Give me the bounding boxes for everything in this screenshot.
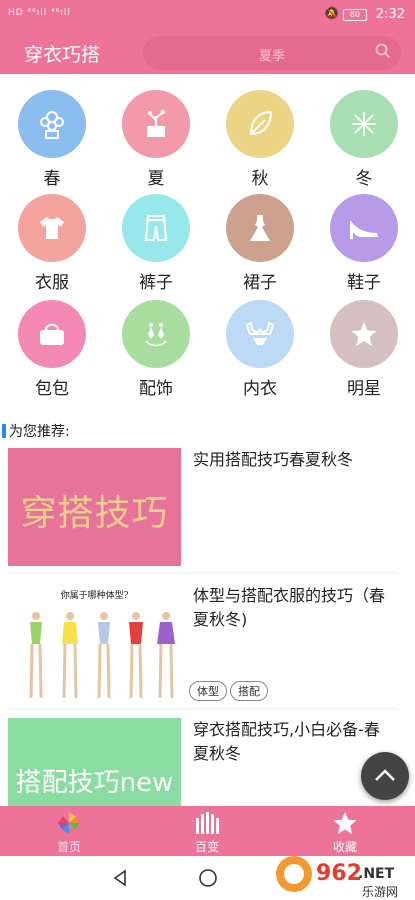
category-underwear[interactable]: 内衣: [208, 300, 312, 399]
shorts-icon: [144, 215, 168, 241]
category-label: 夏: [147, 169, 165, 189]
scroll-to-top-button[interactable]: [361, 752, 409, 800]
signal-indicators: HD ⁴⁶ıll ⁴⁶ıll: [8, 8, 71, 18]
tab-variety[interactable]: 百变: [138, 806, 276, 856]
app-title: 穿衣巧搭: [24, 44, 101, 66]
tshirt-icon: [40, 217, 64, 239]
lingerie-icon: [245, 321, 275, 345]
article-thumbnail: 你属于哪种体型?: [8, 584, 181, 702]
category-shoes[interactable]: 鞋子: [312, 194, 415, 293]
category-circle: [226, 90, 294, 158]
home-icon[interactable]: [198, 868, 218, 888]
thumbnail-text: 你属于哪种体型?: [60, 591, 129, 601]
category-circle: [18, 300, 86, 368]
category-circle: [330, 90, 398, 158]
category-accessories[interactable]: 配饰: [104, 300, 208, 399]
article-thumbnail: 穿搭技巧: [8, 448, 181, 566]
category-autumn[interactable]: 秋: [208, 90, 312, 189]
category-stars[interactable]: 明星: [312, 300, 415, 399]
star-icon: [333, 811, 357, 835]
category-spring[interactable]: 春: [0, 90, 104, 189]
category-clothes[interactable]: 衣服: [0, 194, 104, 293]
article-title: 实用搭配技巧春夏秋冬: [193, 450, 354, 469]
article-title: 体型与搭配衣服的技巧（春夏秋冬): [193, 586, 386, 629]
category-label: 鞋子: [347, 273, 381, 293]
category-summer[interactable]: 夏: [104, 90, 208, 189]
svg-text:乐游网: 乐游网: [362, 885, 398, 899]
mute-bell-icon: 🔕: [324, 6, 339, 20]
category-bags[interactable]: 包包: [0, 300, 104, 399]
back-icon[interactable]: [110, 868, 130, 888]
category-circle: [122, 300, 190, 368]
category-skirts[interactable]: 裙子: [208, 194, 312, 293]
handbag-icon: [40, 323, 64, 345]
article-tags: 体型 搭配: [189, 680, 271, 701]
category-pants[interactable]: 裤子: [104, 194, 208, 293]
category-label: 秋: [251, 169, 269, 189]
category-circle: [18, 194, 86, 262]
category-circle: [226, 194, 294, 262]
tab-label: 首页: [56, 840, 81, 854]
article-thumbnail: 搭配技巧new: [8, 718, 181, 806]
high-heel-icon: [350, 221, 378, 239]
app-bar: 穿衣巧搭 夏季: [0, 32, 415, 74]
site-watermark: 962 .NET 乐游网: [272, 850, 412, 900]
tab-favorites[interactable]: 收藏: [276, 806, 414, 856]
category-label: 衣服: [35, 273, 69, 293]
bottom-tab-bar: 首页 百变 收藏: [0, 806, 415, 856]
star-icon: [351, 322, 377, 346]
tab-home[interactable]: 首页: [0, 806, 138, 856]
category-circle: [330, 300, 398, 368]
svg-text:.NET: .NET: [358, 866, 395, 882]
category-circle: [226, 300, 294, 368]
clock: 2:32: [375, 7, 405, 22]
svg-text:962: 962: [316, 861, 362, 886]
search-input[interactable]: 夏季: [143, 36, 401, 70]
earrings-icon: [145, 323, 167, 347]
snowflake-icon: [352, 112, 376, 136]
body-shapes-illustration: [29, 612, 175, 699]
category-label: 冬: [355, 169, 373, 189]
tab-label: 百变: [194, 840, 219, 854]
category-label: 春: [43, 169, 61, 189]
fan-icon: [196, 812, 219, 834]
tag-badge[interactable]: 体型: [189, 681, 227, 701]
category-label: 包包: [35, 379, 69, 399]
watermark-logo: 962 .NET 乐游网: [276, 856, 398, 899]
status-bar: HD ⁴⁶ıll ⁴⁶ıll 🔕 80 2:32: [0, 0, 415, 32]
flower-icon: [40, 111, 64, 139]
dress-icon: [250, 215, 270, 241]
recommend-heading: 为您推荐:: [2, 421, 70, 441]
category-label: 内衣: [243, 379, 277, 399]
search-icon[interactable]: [375, 43, 391, 59]
category-circle: [122, 90, 190, 158]
category-label: 裙子: [243, 273, 277, 293]
potted-plant-icon: [147, 110, 165, 137]
divider: [8, 572, 396, 573]
battery-icon: 80: [343, 9, 367, 21]
search-placeholder: 夏季: [258, 49, 285, 64]
thumbnail-text: 搭配技巧new: [15, 768, 174, 798]
category-label: 裤子: [139, 273, 173, 293]
thumbnail-text: 穿搭技巧: [20, 493, 169, 534]
pinwheel-icon: [58, 812, 80, 834]
divider: [8, 708, 396, 709]
category-circle: [18, 90, 86, 158]
category-circle: [122, 194, 190, 262]
heading-accent-bar: [2, 424, 6, 438]
category-circle: [330, 194, 398, 262]
tag-badge[interactable]: 搭配: [230, 681, 268, 701]
category-label: 明星: [347, 379, 381, 399]
leaf-icon: [249, 110, 273, 136]
category-winter[interactable]: 冬: [312, 90, 415, 189]
chevron-up-icon: [375, 769, 395, 781]
category-label: 配饰: [139, 379, 173, 399]
